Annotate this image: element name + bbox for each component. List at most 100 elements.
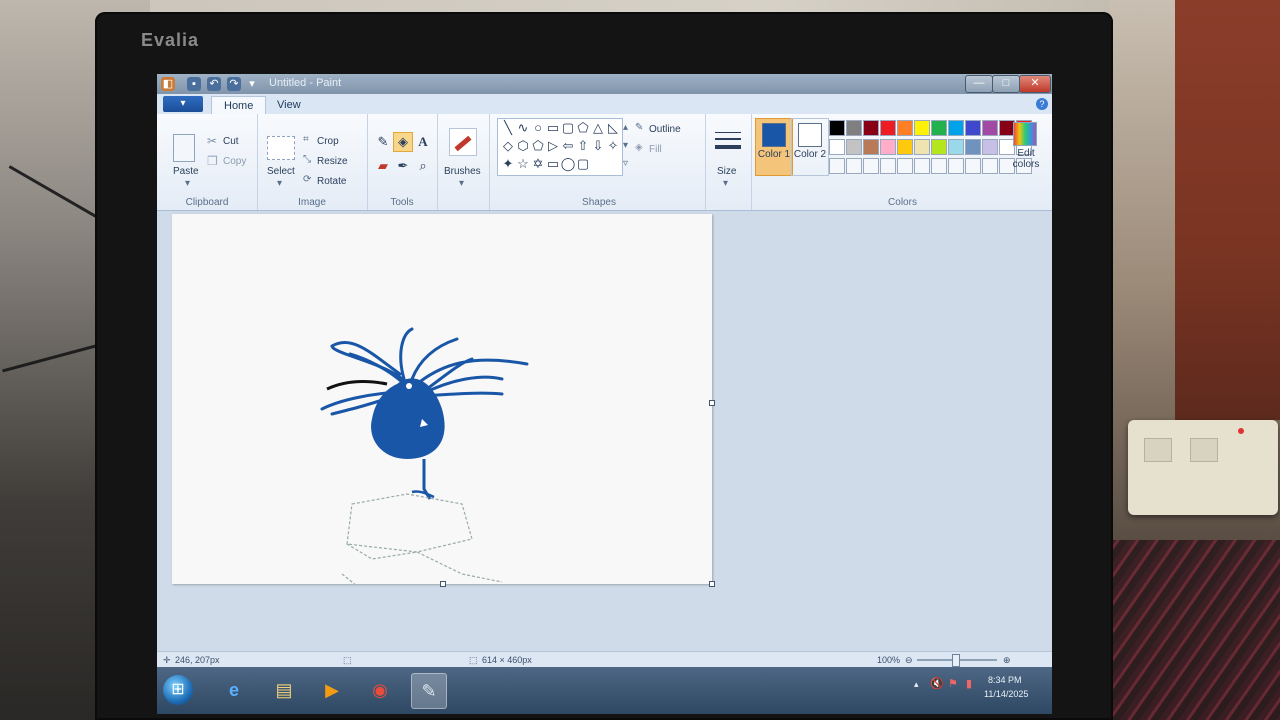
maximize-button[interactable]: □ <box>992 75 1020 93</box>
shape-option[interactable]: ◇ <box>500 138 516 154</box>
brushes-dropdown-icon[interactable]: ▾ <box>459 178 464 189</box>
select-dropdown-icon[interactable]: ▾ <box>277 178 282 189</box>
shape-option[interactable]: ⬠ <box>575 120 591 136</box>
chrome-icon[interactable]: ◉ <box>363 673 397 707</box>
palette-color[interactable] <box>846 139 862 155</box>
shape-option[interactable]: △ <box>590 120 606 136</box>
undo-icon[interactable]: ↶ <box>207 77 221 91</box>
palette-custom-slot[interactable] <box>931 158 947 174</box>
shape-option[interactable]: ⇧ <box>575 138 591 154</box>
palette-color[interactable] <box>863 120 879 136</box>
file-explorer-icon[interactable]: ▤ <box>267 673 301 707</box>
tab-home[interactable]: Home <box>211 96 267 115</box>
file-menu-button[interactable]: ▾ <box>163 96 203 112</box>
palette-color[interactable] <box>897 139 913 155</box>
color-1-button[interactable]: Color 1 <box>755 118 793 176</box>
palette-custom-slot[interactable] <box>914 158 930 174</box>
minimize-button[interactable]: — <box>965 75 993 93</box>
shapes-scroll-down-icon[interactable]: ▾ <box>623 140 628 151</box>
palette-custom-slot[interactable] <box>965 158 981 174</box>
palette-color[interactable] <box>931 120 947 136</box>
canvas-resize-handle-bottom[interactable] <box>440 581 446 587</box>
brushes-button[interactable]: Brushes <box>444 166 481 177</box>
canvas-resize-handle-corner[interactable] <box>709 581 715 587</box>
palette-custom-slot[interactable] <box>880 158 896 174</box>
rotate-button[interactable]: Rotate <box>317 176 346 187</box>
zoom-out-icon[interactable]: ⊖ <box>905 655 913 666</box>
action-center-icon[interactable]: ⚑ <box>948 677 958 690</box>
shape-option[interactable]: ⬠ <box>530 138 546 154</box>
paint-app-icon[interactable]: ◧ <box>161 77 175 91</box>
palette-custom-slot[interactable] <box>863 158 879 174</box>
fill-bucket-icon[interactable]: ◈ <box>393 132 413 152</box>
start-button[interactable]: ⊞ <box>163 675 193 705</box>
edit-colors-button[interactable]: Edit colors <box>1011 148 1041 170</box>
palette-color[interactable] <box>982 120 998 136</box>
shape-option[interactable]: ⬡ <box>515 138 531 154</box>
paste-button[interactable]: Paste <box>173 166 199 177</box>
volume-muted-icon[interactable]: 🔇 <box>930 677 944 690</box>
shape-option[interactable]: ◯ <box>560 156 576 172</box>
shapes-more-icon[interactable]: ▿ <box>623 158 628 169</box>
shape-option[interactable]: ◺ <box>605 120 621 136</box>
paint-taskbar-icon[interactable]: ✎ <box>411 673 447 709</box>
palette-color[interactable] <box>965 120 981 136</box>
palette-color[interactable] <box>965 139 981 155</box>
palette-color[interactable] <box>948 139 964 155</box>
shape-option[interactable]: ⇩ <box>590 138 606 154</box>
eraser-icon[interactable]: ▰ <box>373 156 393 176</box>
color-2-button[interactable]: Color 2 <box>791 118 829 176</box>
shape-option[interactable]: ✡ <box>530 156 546 172</box>
shape-option[interactable]: ∿ <box>515 120 531 136</box>
shape-option[interactable]: ╲ <box>500 120 516 136</box>
media-player-icon[interactable]: ▶ <box>315 673 349 707</box>
fill-button[interactable]: Fill <box>649 144 662 155</box>
color-picker-icon[interactable]: ✒ <box>393 156 413 176</box>
palette-color[interactable] <box>931 139 947 155</box>
palette-color[interactable] <box>897 120 913 136</box>
palette-custom-slot[interactable] <box>829 158 845 174</box>
redo-icon[interactable]: ↷ <box>227 77 241 91</box>
select-button[interactable]: Select <box>267 166 295 177</box>
shape-option[interactable]: ▷ <box>545 138 561 154</box>
clock-date[interactable]: 11/14/2025 <box>984 689 1028 699</box>
palette-color[interactable] <box>880 139 896 155</box>
outline-button[interactable]: Outline <box>649 124 681 135</box>
shape-option[interactable]: ○ <box>530 120 546 136</box>
size-dropdown-icon[interactable]: ▾ <box>723 178 728 189</box>
palette-custom-slot[interactable] <box>982 158 998 174</box>
drawing-canvas[interactable] <box>172 214 715 587</box>
pencil-icon[interactable]: ✎ <box>373 132 393 152</box>
shapes-scroll-up-icon[interactable]: ▴ <box>623 122 628 133</box>
copy-button[interactable]: Copy <box>223 156 246 167</box>
zoom-slider-thumb[interactable] <box>952 654 960 667</box>
palette-color[interactable] <box>829 139 845 155</box>
show-hidden-icons-icon[interactable]: ▴ <box>914 679 919 690</box>
palette-custom-slot[interactable] <box>948 158 964 174</box>
shape-option[interactable]: ⇦ <box>560 138 576 154</box>
palette-color[interactable] <box>863 139 879 155</box>
cut-button[interactable]: Cut <box>223 136 239 147</box>
network-icon[interactable]: ▮ <box>966 677 972 690</box>
shape-option[interactable]: ▭ <box>545 156 561 172</box>
save-icon[interactable]: ▪ <box>187 77 201 91</box>
magnifier-icon[interactable]: ⌕ <box>413 156 433 176</box>
clock-time[interactable]: 8:34 PM <box>988 675 1022 685</box>
palette-color[interactable] <box>948 120 964 136</box>
shape-option[interactable]: ✧ <box>605 138 621 154</box>
crop-button[interactable]: Crop <box>317 136 339 147</box>
palette-color[interactable] <box>846 120 862 136</box>
shape-option[interactable]: ▢ <box>575 156 591 172</box>
customize-quick-access-icon[interactable]: ▾ <box>245 77 259 91</box>
palette-custom-slot[interactable] <box>897 158 913 174</box>
zoom-in-icon[interactable]: ⊕ <box>1003 655 1011 666</box>
internet-explorer-icon[interactable]: e <box>217 673 251 707</box>
palette-color[interactable] <box>914 120 930 136</box>
shape-option[interactable]: ✦ <box>500 156 516 172</box>
shape-option[interactable]: ▭ <box>545 120 561 136</box>
close-button[interactable]: ✕ <box>1019 75 1051 93</box>
tab-view[interactable]: View <box>265 96 313 114</box>
resize-button[interactable]: Resize <box>317 156 348 167</box>
canvas-resize-handle-right[interactable] <box>709 400 715 406</box>
palette-color[interactable] <box>880 120 896 136</box>
